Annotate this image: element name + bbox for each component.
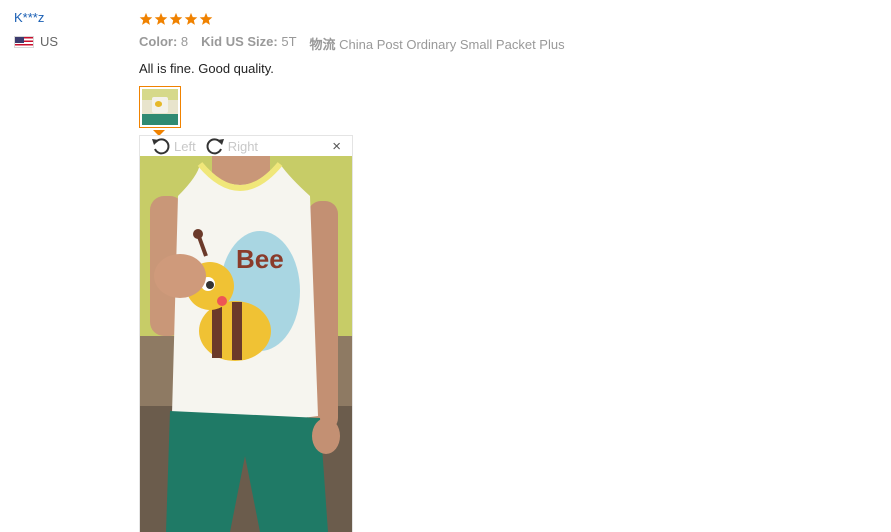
- rotate-left-label: Left: [174, 138, 196, 154]
- reviewer-info: K***z US: [14, 10, 124, 49]
- country-code: US: [40, 34, 59, 49]
- photo-viewer: Left Right × Bee: [139, 135, 353, 532]
- rotate-right-button[interactable]: Right: [204, 136, 258, 156]
- reviewer-country: US: [14, 34, 124, 49]
- star-icon: [139, 12, 153, 26]
- attr-color: Color: 8: [139, 34, 189, 49]
- rotate-left-icon: [152, 138, 170, 155]
- review-text: All is fine. Good quality.: [139, 61, 274, 76]
- star-icon: [199, 12, 213, 26]
- star-icon: [154, 12, 168, 26]
- rotate-right-label: Right: [227, 138, 259, 154]
- rotate-right-icon: [206, 138, 224, 155]
- us-flag-icon: [14, 35, 34, 48]
- attr-size: Kid US Size: 5T: [201, 34, 297, 49]
- review-attributes: Color: 8 Kid US Size: 5T 物流 China Post O…: [139, 34, 879, 53]
- close-viewer-button[interactable]: ×: [332, 139, 341, 155]
- photo-thumbnail[interactable]: [139, 86, 181, 128]
- star-icon: [184, 12, 198, 26]
- review-content: Color: 8 Kid US Size: 5T 物流 China Post O…: [139, 10, 879, 532]
- star-rating: [139, 10, 879, 28]
- rotate-left-button[interactable]: Left: [150, 136, 196, 156]
- viewer-toolbar: Left Right ×: [140, 136, 352, 156]
- shirt-print-text: Bee: [236, 244, 284, 274]
- review-photo: Bee: [140, 156, 352, 532]
- attr-shipping: 物流 China Post Ordinary Small Packet Plus: [309, 37, 565, 52]
- photo-thumbnail-wrap: [139, 86, 181, 136]
- reviewer-name[interactable]: K***z: [14, 10, 124, 25]
- star-icon: [169, 12, 183, 26]
